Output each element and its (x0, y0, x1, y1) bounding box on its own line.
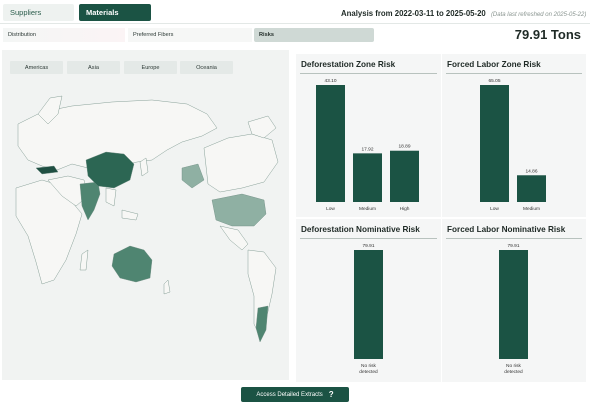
map-region-madagascar[interactable] (79, 249, 89, 271)
subtab-preferred-fibers[interactable]: Preferred Fibers (128, 28, 252, 42)
tab-materials[interactable]: Materials (79, 4, 151, 21)
region-map-panel: Americas Asia Europe Oceania (2, 50, 289, 380)
bar-low[interactable] (480, 85, 509, 202)
chart-forced-labor-zone-risk: Forced Labor Zone Risk 65.05 Low 14.86 Medi… (442, 54, 586, 217)
world-map[interactable] (2, 84, 289, 380)
category-label: detected (359, 369, 378, 375)
chart-svg: 65.05 Low 14.86 Medium (480, 78, 546, 212)
map-region-usa[interactable] (211, 193, 267, 227)
analysis-range: Analysis from 2022-03-11 to 2025-05-20 (341, 9, 486, 18)
region-button-americas[interactable]: Americas (10, 61, 63, 74)
map-region-alaska[interactable] (181, 163, 205, 189)
category-label: detected (504, 369, 523, 375)
analysis-period: Analysis from 2022-03-11 to 2025-05-20 (… (341, 9, 586, 18)
map-region-turkey[interactable] (35, 165, 59, 175)
data-label: 79.91 (507, 243, 519, 249)
region-button-oceania[interactable]: Oceania (180, 61, 233, 74)
chart-forced-labor-nominative-risk: Forced Labor Nominative Risk 79.91 No ris… (442, 219, 586, 382)
category-label: Low (326, 206, 335, 212)
data-label: 65.05 (488, 78, 500, 84)
category-label: Medium (359, 206, 376, 212)
map-region-canada[interactable] (203, 133, 279, 193)
chart-deforestation-zone-risk: Deforestation Zone Risk 43.10 Low 17.92 Med… (296, 54, 441, 217)
data-label: 18.89 (398, 144, 410, 150)
map-region-southeast-asia[interactable] (105, 187, 139, 221)
bar-no-risk-detected[interactable] (354, 250, 383, 359)
tab-suppliers[interactable]: Suppliers (3, 4, 74, 21)
access-extracts-label: Access Detailed Extracts (256, 391, 323, 398)
data-label: 79.91 (362, 243, 374, 249)
bar-high[interactable] (390, 150, 419, 202)
map-region-new-zealand[interactable] (163, 279, 171, 295)
bar-no-risk-detected[interactable] (499, 250, 528, 359)
category-label: Low (490, 206, 499, 212)
category-label: High (400, 206, 410, 212)
category-label: Medium (523, 206, 540, 212)
map-region-argentina[interactable] (255, 305, 269, 343)
map-region-central-america[interactable] (219, 225, 249, 251)
data-label: 17.92 (361, 146, 373, 152)
subtab-distribution[interactable]: Distribution (3, 28, 125, 42)
chart-svg: 79.91 No riskdetected (354, 243, 383, 375)
risk-dashboard: Suppliers Materials Analysis from 2022-0… (0, 0, 590, 404)
category-label: No risk (506, 363, 522, 369)
total-tons: 79.91 Tons (514, 27, 581, 42)
refresh-note: (Data last refreshed on 2025-05-22) (490, 12, 587, 18)
access-extracts-button[interactable]: Access Detailed Extracts ? (241, 387, 349, 402)
chart-svg: 79.91 No riskdetected (499, 243, 528, 375)
map-region-australia[interactable] (111, 245, 153, 283)
map-region-india[interactable] (79, 181, 101, 221)
chart-deforestation-nominative-risk: Deforestation Nominative Risk 79.91 No ri… (296, 219, 441, 382)
bar-medium[interactable] (353, 153, 382, 202)
help-icon: ? (328, 390, 334, 399)
data-label: 14.86 (525, 168, 537, 174)
data-label: 43.10 (324, 78, 336, 84)
header-divider (0, 23, 590, 24)
bar-medium[interactable] (517, 175, 546, 202)
world-map-svg (15, 95, 279, 343)
chart-svg: 43.10 Low 17.92 Medium 18.89 High (316, 78, 419, 212)
region-button-europe[interactable]: Europe (124, 61, 177, 74)
subtab-risks[interactable]: Risks (254, 28, 374, 42)
bar-low[interactable] (316, 85, 345, 202)
region-button-asia[interactable]: Asia (67, 61, 120, 74)
category-label: No risk (361, 363, 377, 369)
